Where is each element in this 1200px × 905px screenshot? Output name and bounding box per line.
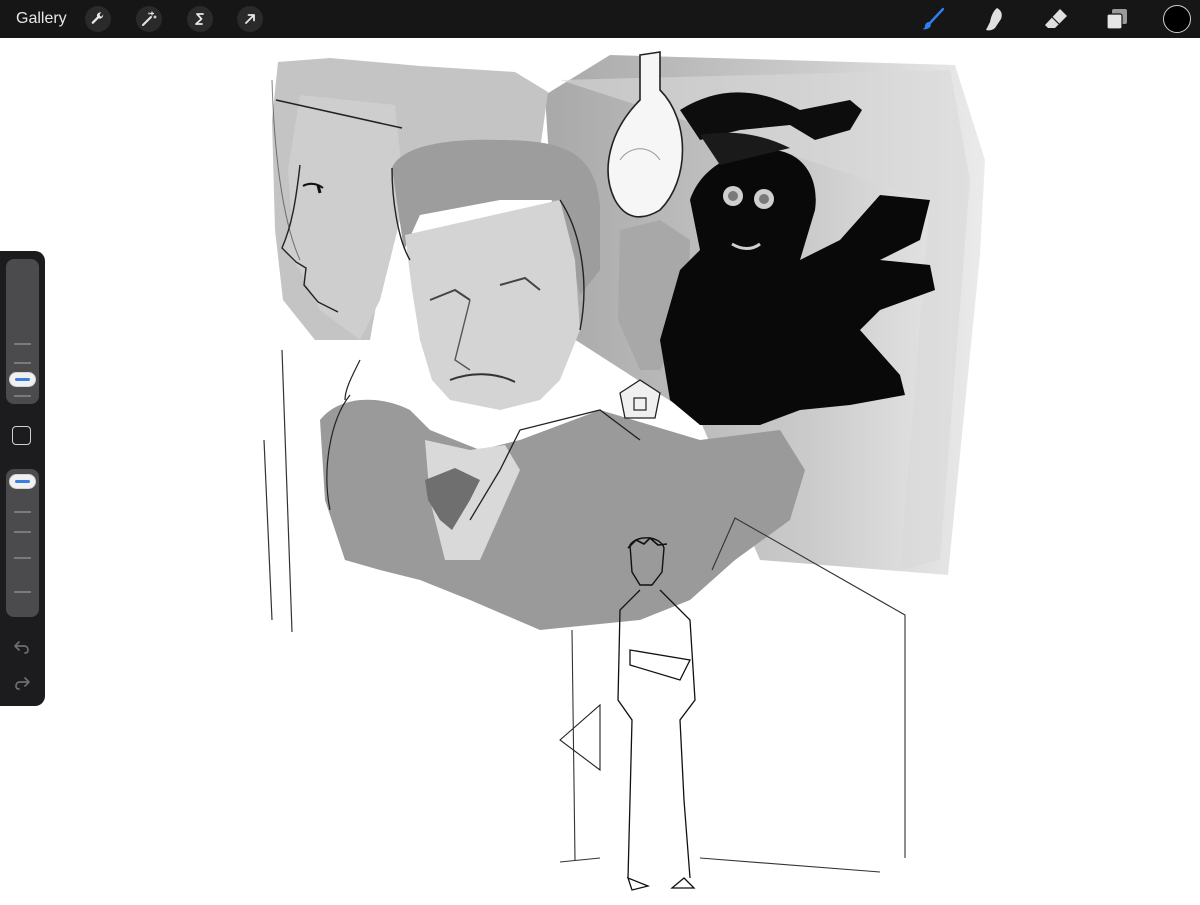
magic-wand-icon: [142, 11, 157, 26]
drawing-canvas[interactable]: [0, 38, 1200, 900]
eraser-tool[interactable]: [1041, 4, 1071, 34]
undo-button[interactable]: [10, 635, 34, 659]
slider-tick: [14, 343, 31, 345]
slider-tick: [14, 511, 31, 513]
slider-tick: [14, 557, 31, 559]
smudge-tool[interactable]: [979, 4, 1009, 34]
layers-icon: [1106, 9, 1127, 30]
canvas-artwork: [263, 51, 985, 891]
brush-size-thumb[interactable]: [9, 372, 36, 387]
color-swatch[interactable]: [1163, 5, 1191, 33]
layers-tool[interactable]: [1102, 4, 1132, 34]
gallery-button[interactable]: Gallery: [16, 0, 67, 38]
brush-tool[interactable]: [918, 4, 948, 34]
undo-icon: [14, 641, 29, 654]
wrench-icon: [91, 12, 104, 24]
opacity-thumb[interactable]: [9, 474, 36, 489]
eraser-icon: [1045, 9, 1067, 28]
brush-icon: [922, 7, 945, 30]
smudge-icon: [986, 8, 1002, 31]
transform-button[interactable]: [237, 6, 263, 32]
slider-tick: [14, 395, 31, 397]
modify-button[interactable]: [12, 426, 31, 445]
slider-tick: [14, 591, 31, 593]
transform-arrow-icon: [245, 14, 255, 24]
left-sidebar: [0, 251, 45, 706]
redo-button[interactable]: [10, 671, 34, 695]
top-toolbar: Gallery: [0, 0, 1200, 38]
adjustments-button[interactable]: [136, 6, 162, 32]
selection-icon: [195, 13, 204, 25]
slider-tick: [14, 362, 31, 364]
selection-button[interactable]: [187, 6, 213, 32]
brush-size-slider[interactable]: [6, 259, 39, 404]
redo-icon: [15, 677, 30, 690]
actions-button[interactable]: [85, 6, 111, 32]
opacity-slider[interactable]: [6, 469, 39, 617]
slider-tick: [14, 531, 31, 533]
